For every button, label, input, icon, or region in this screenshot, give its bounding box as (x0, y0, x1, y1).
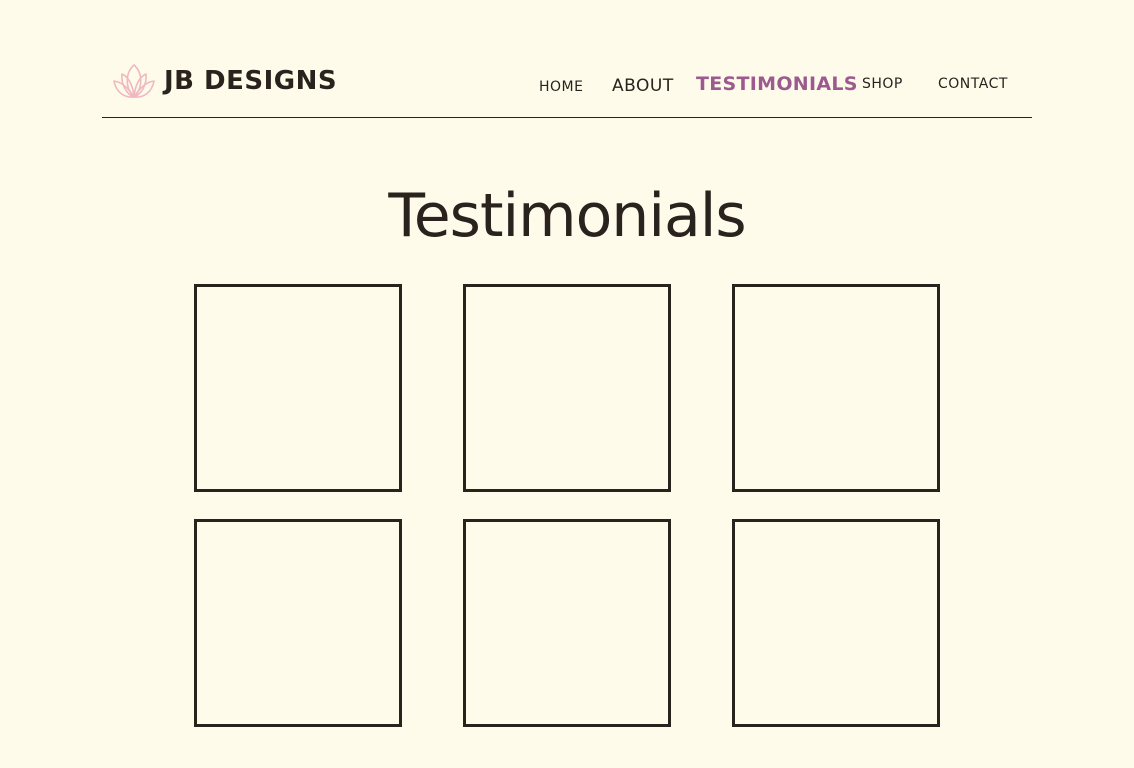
header-divider (102, 117, 1032, 118)
testimonial-card (732, 284, 940, 492)
nav-item-about[interactable]: ABOUT (612, 78, 674, 95)
page-title: Testimonials (388, 181, 746, 251)
testimonial-card (463, 519, 671, 727)
testimonial-card (463, 284, 671, 492)
page: JB DESIGNS HOME ABOUT TESTIMONIALS SHOP … (0, 0, 1134, 768)
nav-item-shop[interactable]: SHOP (862, 77, 903, 91)
nav-item-testimonials[interactable]: TESTIMONIALS (696, 75, 858, 94)
testimonial-card (194, 284, 402, 492)
logo[interactable]: JB DESIGNS (112, 62, 337, 100)
testimonial-card (732, 519, 940, 727)
nav-item-home[interactable]: HOME (539, 80, 583, 94)
brand-name: JB DESIGNS (164, 66, 338, 96)
testimonial-card (194, 519, 402, 727)
testimonial-grid (194, 284, 940, 727)
nav-item-contact[interactable]: CONTACT (938, 77, 1008, 91)
lotus-icon (112, 62, 156, 100)
